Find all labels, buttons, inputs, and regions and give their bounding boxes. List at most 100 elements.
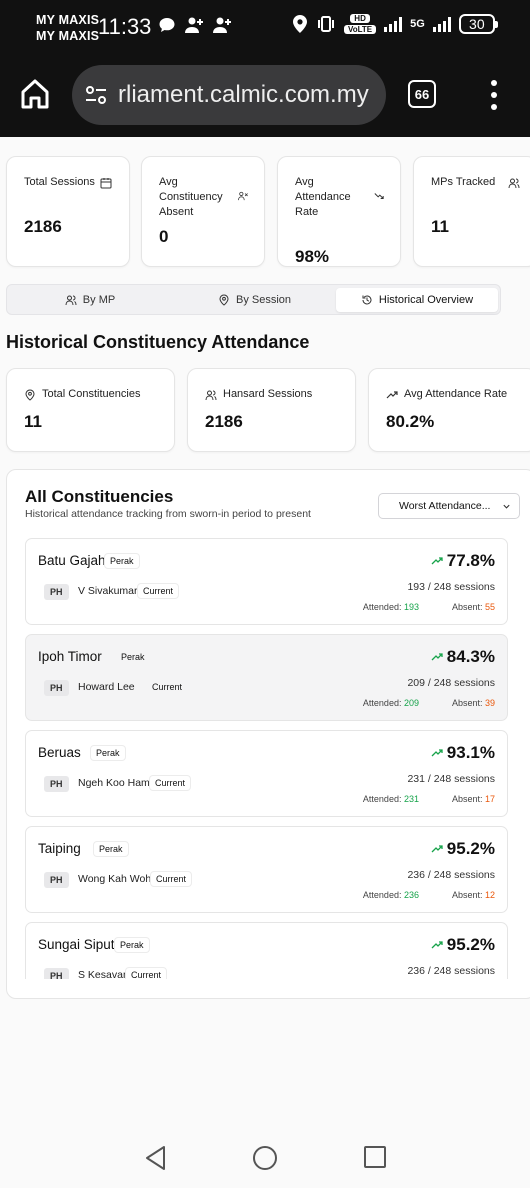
stat-label: Total Sessions (24, 176, 95, 188)
notification-icons (158, 16, 232, 34)
tab-by-session[interactable]: By Session (173, 288, 336, 312)
party-badge: PH (44, 680, 69, 696)
chat-bubble-icon (159, 18, 175, 32)
users-icon (65, 295, 77, 306)
attended-count: Attended: 231 (363, 794, 419, 804)
current-badge: Current (152, 682, 183, 692)
back-icon[interactable] (144, 1145, 168, 1171)
users-icon (508, 178, 520, 189)
attended-count: Attended: 209 (363, 698, 419, 708)
rate-value: 95.2% (446, 935, 495, 954)
summary-label: Avg Attendance Rate (404, 388, 508, 400)
sessions-count: 209 / 248 sessions (407, 677, 495, 689)
stat-card-mps-tracked: MPs Tracked 11 (413, 156, 530, 267)
site-settings-icon[interactable] (84, 83, 108, 107)
tab-switcher-button[interactable]: 66 (408, 80, 436, 108)
home-nav-icon[interactable] (252, 1145, 278, 1171)
users-icon (205, 390, 217, 401)
carrier-labels: MY MAXIS MY MAXIS (36, 12, 99, 44)
constituency-card[interactable]: Batu Gajah Perak PH V Sivakumar Current … (25, 538, 508, 625)
rate-value: 77.8% (446, 551, 495, 570)
view-tabs: By MP By Session Historical Overview (6, 284, 501, 315)
constituency-card[interactable]: Ipoh Timor Perak PH Howard Lee Current 8… (25, 634, 508, 721)
attended-label: Attended: (362, 890, 402, 900)
attendance-rate: 93.1% (431, 743, 495, 763)
attendance-rate: 95.2% (431, 935, 495, 955)
absent-count: Absent: 55 (452, 602, 495, 612)
carrier-1: MY MAXIS (36, 13, 100, 27)
attended-count: Attended: 236 (363, 890, 419, 900)
attendance-rate: 77.8% (431, 551, 495, 571)
trending-up-icon (431, 941, 443, 949)
constituency-list[interactable]: Batu Gajah Perak PH V Sivakumar Current … (25, 538, 520, 979)
user-x-icon (238, 191, 248, 201)
location-icon (293, 15, 307, 33)
carrier-2: MY MAXIS (36, 29, 100, 43)
mp-name: Wong Kah Woh (78, 873, 152, 885)
chevron-down-icon (503, 504, 510, 509)
state-badge: Perak (90, 745, 126, 761)
party-badge: PH (44, 872, 69, 888)
tab-historical-overview[interactable]: Historical Overview (336, 288, 498, 312)
attendance-rate: 84.3% (431, 647, 495, 667)
summary-card-total-constituencies: Total Constituencies 11 (6, 368, 175, 452)
state-badge: Perak (114, 937, 150, 953)
absent-value: 55 (484, 602, 495, 612)
mp-name: Howard Lee (78, 681, 135, 693)
stat-value: 98% (295, 247, 330, 266)
history-icon (362, 295, 372, 305)
current-badge: Current (137, 583, 180, 599)
sessions-count: 193 / 248 sessions (407, 581, 495, 593)
sessions-count: 231 / 248 sessions (407, 773, 495, 785)
map-pin-icon (219, 294, 229, 306)
rate-value: 93.1% (446, 743, 495, 762)
sort-dropdown[interactable]: Worst Attendance... (378, 493, 520, 519)
current-badge: Current (150, 871, 193, 887)
absent-count: Absent: 12 (452, 890, 495, 900)
section-title: Historical Constituency Attendance (6, 332, 310, 352)
url-bar[interactable]: rliament.calmic.com.my (72, 65, 386, 125)
stat-label: MPs Tracked (431, 176, 496, 188)
more-menu-icon[interactable] (486, 80, 502, 110)
current-badge: Current (125, 967, 168, 979)
stat-label: Avg Attendance Rate (295, 176, 351, 218)
status-clock: 11:33 (98, 14, 152, 39)
sort-value: Worst Attendance... (399, 500, 491, 512)
constituency-card[interactable]: Beruas Perak PH Ngeh Koo Ham Current 93.… (25, 730, 508, 817)
recent-apps-icon[interactable] (364, 1146, 386, 1168)
network-type: 5G (410, 18, 425, 30)
tab-label: By Session (235, 294, 292, 306)
party-badge: PH (44, 584, 69, 600)
constituency-name: Sungai Siput (38, 937, 115, 952)
absent-label: Absent: (451, 698, 483, 708)
party-badge: PH (44, 968, 69, 979)
add-contact-icon-2 (213, 17, 231, 33)
stat-card-total-sessions: Total Sessions 2186 (6, 156, 130, 267)
trending-up-icon (386, 391, 398, 399)
system-icons: HD VoLTE 5G 30 (292, 14, 498, 34)
url-text[interactable]: rliament.calmic.com.my (118, 81, 369, 109)
mp-name: V Sivakumar (78, 585, 138, 597)
stat-value: 2186 (24, 217, 62, 236)
state-badge: Perak (121, 652, 145, 662)
stat-label: Avg Constituency Absent (159, 176, 223, 218)
home-icon[interactable] (20, 78, 50, 110)
sessions-count: 236 / 248 sessions (407, 965, 495, 977)
state-badge: Perak (104, 553, 140, 569)
absent-count: Absent: 39 (452, 698, 495, 708)
constituency-card[interactable]: Taiping Perak PH Wong Kah Woh Current 95… (25, 826, 508, 913)
attended-value: 209 (403, 698, 419, 708)
constituency-card[interactable]: Sungai Siput Perak PH S Kesavan Current … (25, 922, 508, 979)
tab-by-mp[interactable]: By MP (10, 288, 170, 312)
attended-label: Attended: (362, 794, 402, 804)
browser-chrome: MY MAXIS MY MAXIS 11:33 HD VoLTE 5G 30 r… (0, 0, 530, 137)
absent-label: Absent: (451, 794, 483, 804)
absent-count: Absent: 17 (452, 794, 495, 804)
list-subtitle: Historical attendance tracking from swor… (25, 508, 311, 520)
attended-value: 231 (403, 794, 419, 804)
absent-value: 12 (484, 890, 495, 900)
map-pin-icon (25, 389, 35, 401)
tab-label: By MP (82, 294, 116, 306)
summary-value: 11 (24, 412, 42, 431)
attended-count: Attended: 193 (363, 602, 419, 612)
